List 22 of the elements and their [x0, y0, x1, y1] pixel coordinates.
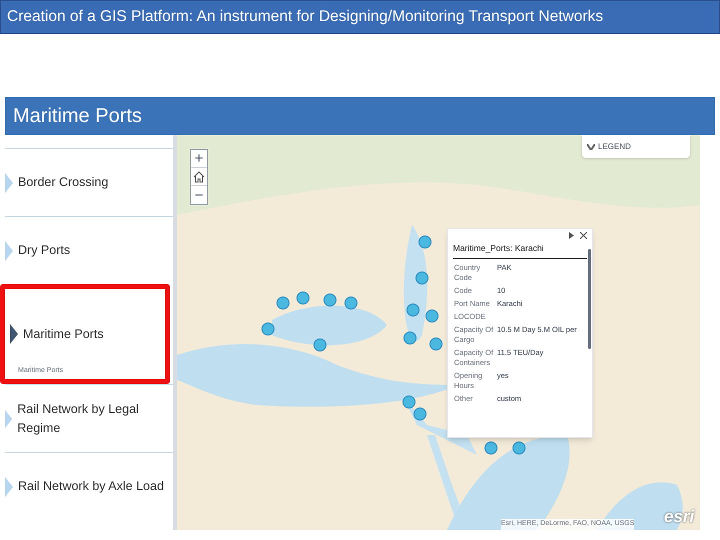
scrollbar[interactable] — [588, 249, 591, 349]
map-logo: esri — [664, 508, 694, 525]
sidebar-item[interactable]: Border Crossing — [5, 172, 173, 192]
triangle-icon — [5, 408, 12, 428]
triangle-icon — [10, 324, 18, 344]
sidebar-item[interactable]: Dry Ports — [5, 240, 173, 260]
sidebar-item[interactable]: Rail Network by Axle Load — [5, 476, 173, 496]
triangle-icon — [5, 476, 13, 496]
zoom-out-button[interactable]: − — [191, 186, 207, 204]
triangle-icon — [5, 172, 13, 192]
home-icon — [193, 170, 205, 182]
play-icon[interactable] — [569, 232, 574, 239]
close-icon[interactable] — [580, 232, 587, 239]
zoom-in-button[interactable]: + — [191, 150, 207, 168]
app-title: Maritime Ports — [13, 104, 142, 129]
sidebar-item[interactable]: Maritime Ports — [10, 324, 165, 344]
slide-title: Creation of a GIS Platform: An instrument for Designing/Monitoring Transport Networks — [7, 7, 604, 28]
triangle-icon — [5, 240, 13, 260]
popup-title: Maritime_Ports: Karachi — [453, 242, 587, 259]
legend-button[interactable]: LEGEND — [582, 135, 690, 158]
sidebar-item[interactable]: Rail Network by Legal Regime — [5, 400, 173, 438]
chevron-icon — [587, 144, 595, 150]
